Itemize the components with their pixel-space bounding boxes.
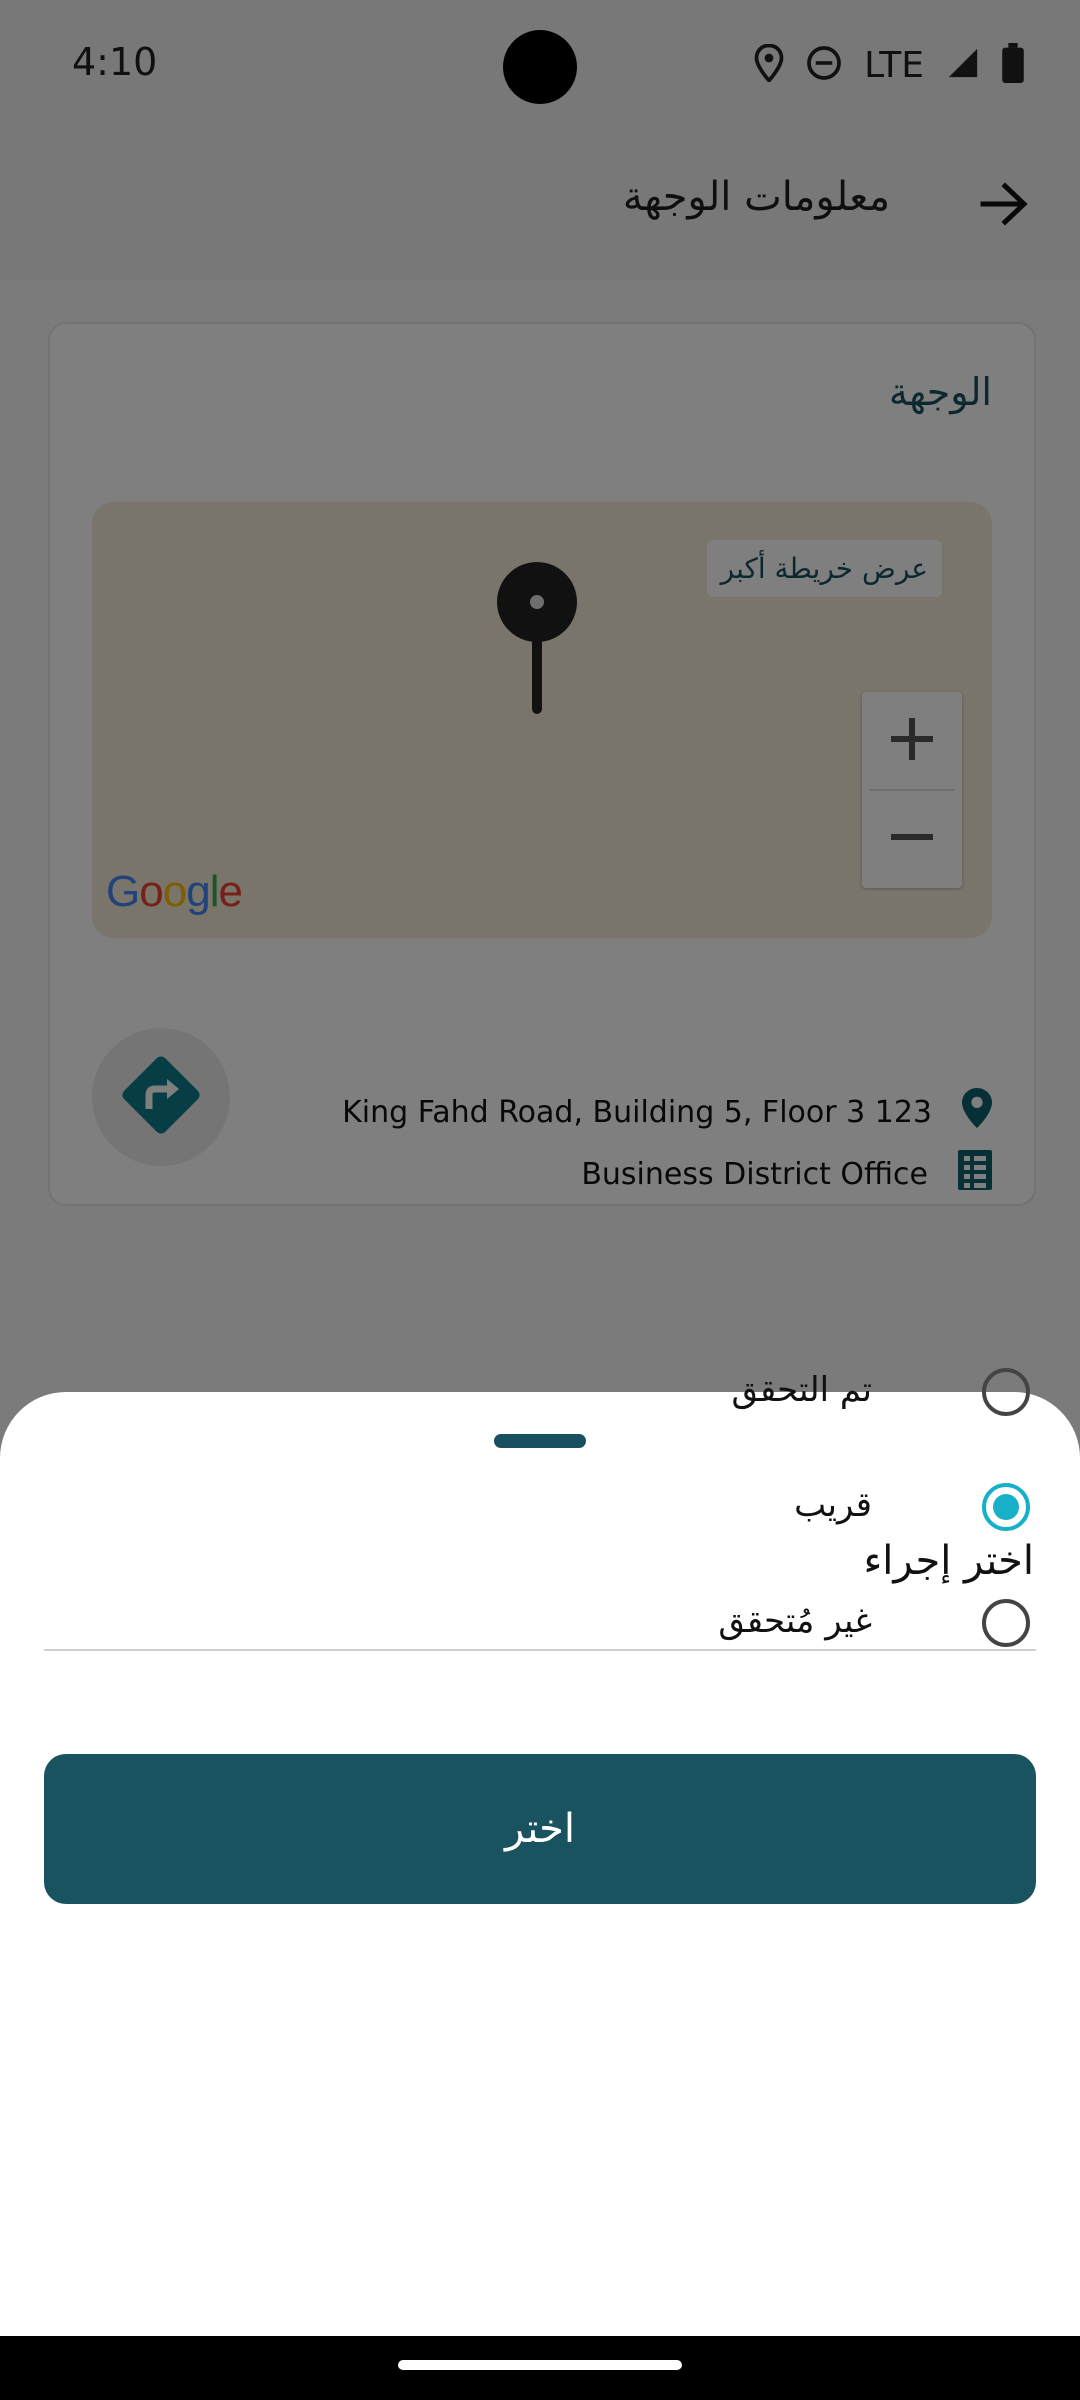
option-label: قريب bbox=[794, 1485, 872, 1525]
radio-verified[interactable] bbox=[982, 1368, 1030, 1416]
radio-near[interactable] bbox=[982, 1483, 1030, 1531]
option-verified[interactable]: تم التحقق bbox=[0, 1344, 1080, 1444]
option-near[interactable]: قريب bbox=[0, 1459, 1080, 1559]
option-unverified[interactable]: غير مُتحقق bbox=[0, 1575, 1080, 1675]
home-indicator[interactable] bbox=[398, 2360, 682, 2370]
option-label: غير مُتحقق bbox=[718, 1601, 872, 1641]
option-label: تم التحقق bbox=[731, 1370, 872, 1410]
navigation-bar bbox=[0, 2336, 1080, 2400]
select-button[interactable]: اختر bbox=[44, 1754, 1036, 1904]
radio-unverified[interactable] bbox=[982, 1599, 1030, 1647]
